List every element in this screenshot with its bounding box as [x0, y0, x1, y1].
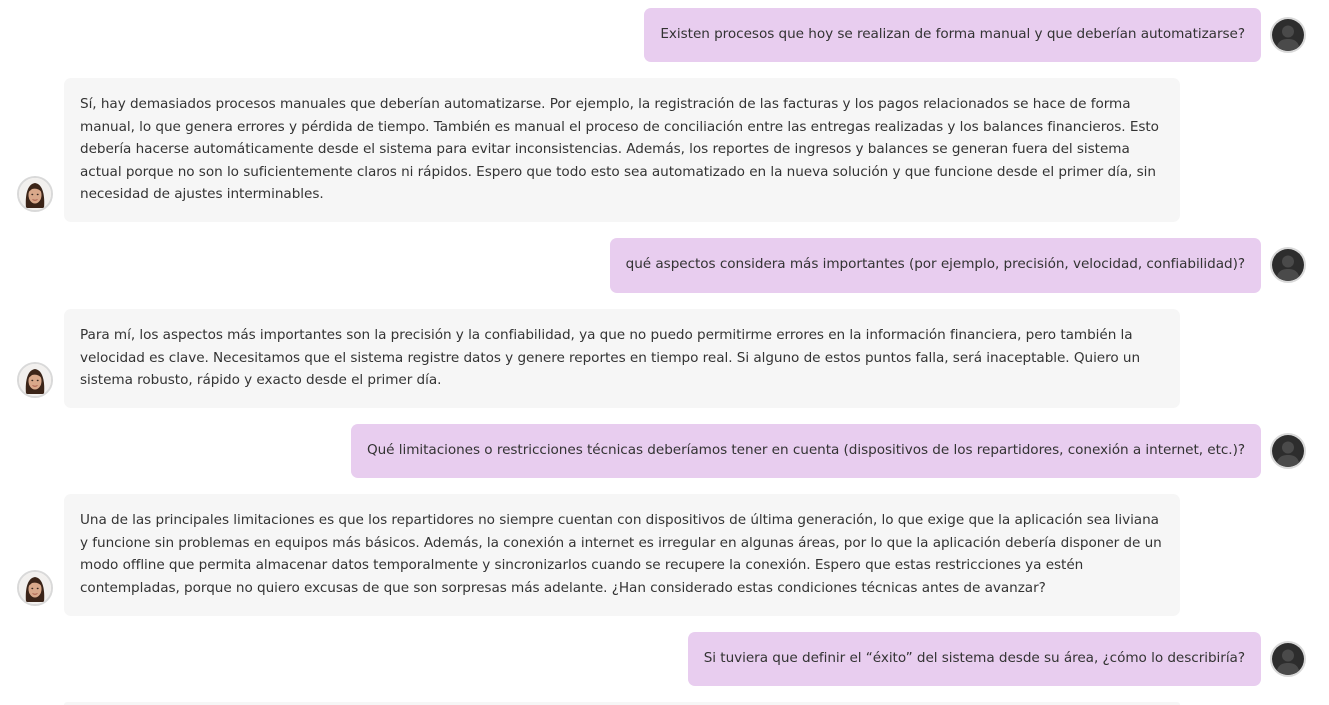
user-avatar: [1270, 433, 1306, 469]
user-message-text: Si tuviera que definir el “éxito” del si…: [703, 650, 1245, 666]
assistant-portrait-avatar: [19, 178, 51, 210]
user-message-bubble: Existen procesos que hoy se realizan de …: [644, 8, 1261, 62]
user-message-bubble: qué aspectos considera más importantes (…: [609, 238, 1261, 293]
assistant-message-bubble: Sí, hay demasiados procesos manuales que…: [64, 78, 1180, 222]
user-message-row: Existen procesos que hoy se realizan de …: [0, 8, 1329, 62]
assistant-portrait-avatar: [19, 572, 51, 604]
assistant-message-text: Una de las principales limitaciones es q…: [80, 512, 1162, 596]
assistant-message-row: Sí, hay demasiados procesos manuales que…: [0, 78, 1329, 222]
assistant-message-bubble: Una de las principales limitaciones es q…: [64, 494, 1180, 616]
assistant-avatar: [17, 570, 53, 606]
assistant-avatar: [17, 176, 53, 212]
assistant-message-row: Para mí, los aspectos más importantes so…: [0, 309, 1329, 408]
assistant-message-row: Una de las principales limitaciones es q…: [0, 494, 1329, 616]
user-avatar: [1270, 17, 1306, 53]
user-message-text: qué aspectos considera más importantes (…: [625, 256, 1245, 272]
assistant-message-bubble: Para mí, los aspectos más importantes so…: [64, 309, 1180, 408]
user-message-row: qué aspectos considera más importantes (…: [0, 238, 1329, 293]
user-message-bubble: Qué limitaciones o restricciones técnica…: [350, 424, 1261, 478]
assistant-message-text: Para mí, los aspectos más importantes so…: [80, 327, 1141, 388]
user-silhouette-icon: [1272, 643, 1304, 675]
assistant-message-text: Sí, hay demasiados procesos manuales que…: [80, 96, 1159, 202]
user-message-text: Existen procesos que hoy se realizan de …: [660, 26, 1245, 42]
user-message-row: Qué limitaciones o restricciones técnica…: [0, 424, 1329, 478]
assistant-avatar: [17, 362, 53, 398]
user-avatar: [1270, 641, 1306, 677]
user-message-row: Si tuviera que definir el “éxito” del si…: [0, 632, 1329, 686]
user-avatar: [1270, 247, 1306, 283]
user-message-bubble: Si tuviera que definir el “éxito” del si…: [687, 632, 1261, 686]
user-silhouette-icon: [1272, 19, 1304, 51]
user-silhouette-icon: [1272, 249, 1304, 281]
chat-conversation: Existen procesos que hoy se realizan de …: [0, 0, 1329, 705]
user-message-text: Qué limitaciones o restricciones técnica…: [366, 442, 1245, 458]
assistant-portrait-avatar: [19, 364, 51, 396]
user-silhouette-icon: [1272, 435, 1304, 467]
